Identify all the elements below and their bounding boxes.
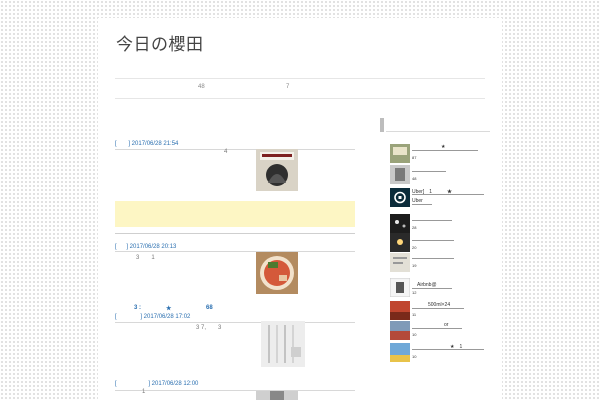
post-bracket: [ bbox=[115, 141, 117, 147]
post-bracket: [ bbox=[115, 314, 117, 320]
post-date-text: ] 2017/06/28 21:54 bbox=[128, 141, 179, 147]
sidebar-item-underline bbox=[412, 150, 478, 151]
post-thumbnail[interactable] bbox=[256, 390, 298, 400]
sidebar-item-underline bbox=[412, 171, 446, 172]
post-photo bbox=[256, 391, 298, 400]
sidebar-item-underline bbox=[412, 240, 454, 241]
sidebar-item-count: 20 bbox=[412, 245, 417, 250]
sidebar-item-title[interactable]: Uber] 1 ★ bbox=[412, 188, 452, 195]
sidebar-item-count: 12 bbox=[412, 290, 417, 295]
sidebar-item-underline bbox=[412, 288, 452, 289]
sidebar-item-underline bbox=[412, 220, 452, 221]
sidebar-item-thumb[interactable] bbox=[390, 165, 410, 184]
site-title[interactable]: 今日の櫻田 bbox=[116, 30, 204, 55]
header-meta-right: 7 bbox=[286, 84, 290, 90]
post-thumbnail[interactable] bbox=[256, 149, 298, 191]
sidebar-item-count: 19 bbox=[412, 263, 417, 268]
ramen-photo bbox=[256, 252, 298, 294]
manuscript-photo bbox=[261, 321, 305, 367]
teaser-count: 68 bbox=[206, 305, 213, 311]
sidebar-item-count: 11 bbox=[412, 312, 417, 317]
post-date[interactable]: [ ] 2017/06/28 12:00 bbox=[115, 381, 198, 387]
sidebar-item-thumb[interactable] bbox=[390, 253, 410, 272]
post-count: 1 bbox=[142, 389, 146, 395]
post-divider bbox=[115, 149, 355, 150]
sidebar-item-count: 10 bbox=[412, 332, 417, 337]
sidebar-item-underline bbox=[412, 204, 432, 205]
uber-app-icon[interactable] bbox=[390, 188, 410, 207]
post-thumbnail[interactable] bbox=[261, 321, 305, 367]
star-icon: ★ bbox=[166, 306, 172, 312]
post-bracket: [ bbox=[115, 381, 117, 387]
post-bracket: [ bbox=[115, 244, 117, 250]
post-date[interactable]: [ ] 2017/06/28 17:02 bbox=[115, 314, 190, 320]
sidebar-item-count: 10 bbox=[412, 354, 417, 359]
post-count: 4 bbox=[224, 149, 228, 155]
sidebar-item-underline bbox=[412, 349, 484, 350]
post-divider bbox=[115, 322, 355, 323]
sidebar-item-underline bbox=[412, 328, 462, 329]
sidebar-item-thumb[interactable] bbox=[390, 321, 410, 340]
sidebar-item-thumb[interactable] bbox=[390, 278, 410, 297]
teaser-prefix: 3 : bbox=[134, 305, 142, 311]
post-date[interactable]: [ ] 2017/06/28 21:54 bbox=[115, 141, 178, 147]
header-divider-top bbox=[115, 78, 485, 79]
sidebar-item-underline bbox=[412, 258, 454, 259]
star-icon[interactable]: ★ bbox=[441, 144, 445, 150]
post-separator bbox=[115, 233, 355, 234]
sidebar-item-underline bbox=[412, 308, 464, 309]
header-divider-bottom bbox=[115, 98, 485, 99]
sidebar-item-thumb[interactable] bbox=[390, 343, 410, 362]
sidebar-item-count: 87 bbox=[412, 155, 417, 160]
post-date-text: ] 2017/06/28 12:00 bbox=[148, 381, 199, 387]
sidebar-item-thumb[interactable] bbox=[390, 214, 410, 233]
header-meta-left: 48 bbox=[198, 84, 205, 90]
post-count: 3 1 bbox=[136, 255, 155, 261]
sidebar-heading-marker bbox=[380, 118, 384, 132]
post-count: 3 7, 3 bbox=[196, 325, 222, 331]
sidebar-heading-line bbox=[386, 131, 490, 132]
post-date-text: ] 2017/06/28 17:02 bbox=[140, 314, 191, 320]
ad-banner[interactable] bbox=[115, 201, 355, 227]
sidebar-item-thumb[interactable] bbox=[390, 233, 410, 252]
post-divider bbox=[115, 390, 355, 391]
page-card: 今日の櫻田 48 7 [ ] 2017/06/28 21:54 4 [ ] 20… bbox=[98, 18, 502, 400]
post-thumbnail[interactable] bbox=[256, 252, 298, 294]
post-date[interactable]: [ ] 2017/06/28 20:13 bbox=[115, 244, 176, 250]
sidebar-item-count: 48 bbox=[412, 176, 417, 181]
sidebar-item-thumb[interactable] bbox=[390, 301, 410, 320]
post-date-text: ] 2017/06/28 20:13 bbox=[126, 244, 177, 250]
sidebar-item-count: 28 bbox=[412, 225, 417, 230]
book-cover-image bbox=[256, 149, 298, 191]
sidebar-item-thumb[interactable] bbox=[390, 144, 410, 163]
